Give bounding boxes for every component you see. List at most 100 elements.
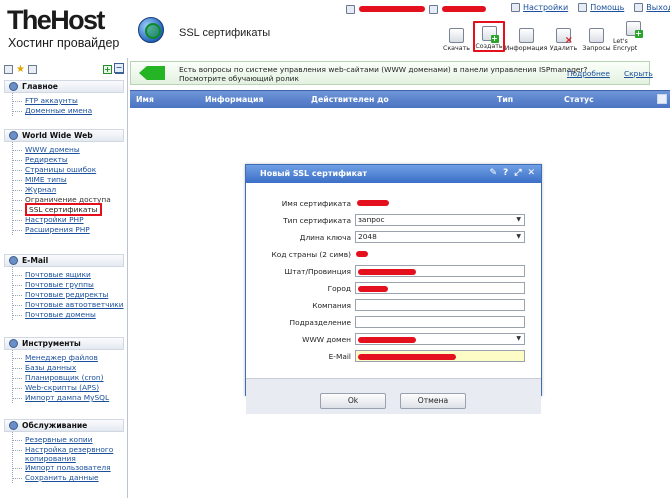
state-input[interactable] (355, 265, 525, 277)
sidebar-item-mailboxes[interactable]: Почтовые ящики (13, 270, 124, 280)
sidebar-item-user-import[interactable]: Импорт пользователя (13, 463, 124, 473)
star-icon[interactable]: ★ (16, 64, 25, 74)
sidebar-item-ssl[interactable]: SSL сертификаты (13, 203, 102, 216)
redacted-value (358, 286, 388, 292)
sidebar-item-backup-settings[interactable]: Настройка резервного копирования (13, 445, 124, 463)
pin-icon[interactable]: ✎ (489, 168, 497, 178)
column-valid-until[interactable]: Действителен до (311, 95, 389, 104)
www-domain-select[interactable] (355, 333, 525, 345)
sidebar-section-header[interactable]: E-Mail (4, 254, 124, 267)
field-label: Город (327, 284, 351, 293)
column-info[interactable]: Информация (205, 95, 263, 104)
sidebar-item-cron[interactable]: Планировщик (cron) (13, 373, 124, 383)
banner-more-link[interactable]: Подробнее (567, 69, 610, 78)
field-row: Имя сертификата (246, 197, 543, 211)
column-status[interactable]: Статус (564, 95, 594, 104)
field-label: Штат/Провинция (284, 267, 351, 276)
home-icon (9, 82, 18, 91)
settings-link[interactable]: Настройки (523, 3, 568, 12)
sidebar-item-aps[interactable]: Web-скрипты (APS) (13, 383, 124, 393)
sidebar-item-domains[interactable]: Доменные имена (13, 106, 124, 116)
sidebar-item-mail-redirects[interactable]: Почтовые редиректы (13, 290, 124, 300)
sidebar-item-www-domains[interactable]: WWW домены (13, 145, 124, 155)
cancel-button[interactable]: Отмена (400, 393, 466, 409)
info-label: Информация (504, 45, 548, 52)
maintenance-icon (9, 421, 18, 430)
letsencrypt-button[interactable]: Let's Encrypt (613, 21, 653, 52)
download-button[interactable]: Скачать (440, 21, 473, 52)
sidebar-section-header[interactable]: Инструменты (4, 337, 124, 350)
column-type[interactable]: Тип (497, 95, 513, 104)
globe-icon (138, 17, 164, 43)
sidebar-item-php-ext[interactable]: Расширения PHP (13, 225, 124, 235)
redacted-value (358, 354, 456, 360)
download-icon (449, 28, 464, 43)
sidebar-item-error-pages[interactable]: Страницы ошибок (13, 165, 124, 175)
sidebar-item-autoresponders[interactable]: Почтовые автоответчики (13, 300, 124, 310)
letsencrypt-icon (625, 21, 643, 38)
requests-label: Запросы (582, 45, 611, 52)
sidebar-item-redirects[interactable]: Редиректы (13, 155, 124, 165)
collapse-icon[interactable]: − (114, 63, 124, 73)
company-input[interactable] (355, 299, 525, 311)
requests-icon (589, 28, 604, 43)
field-row: Код страны (2 симв) (246, 248, 543, 262)
sidebar-item-mail-domains[interactable]: Почтовые домены (13, 310, 124, 320)
city-input[interactable] (355, 282, 525, 294)
sidebar-item-mime[interactable]: MIME типы (13, 175, 124, 185)
field-row: Длина ключа 2048 (246, 231, 543, 245)
sidebar-section-header[interactable]: Главное (4, 80, 124, 93)
banner-line1: Есть вопросы по системе управления web-с… (179, 65, 588, 74)
help-icon[interactable]: ? (503, 168, 508, 178)
requests-button[interactable]: Запросы (580, 21, 613, 52)
menu-icon[interactable] (4, 64, 13, 74)
sidebar-section-header[interactable]: World Wide Web (4, 129, 124, 142)
user-info (346, 3, 486, 15)
field-row: WWW домен (246, 333, 543, 347)
key-length-select[interactable]: 2048 (355, 231, 525, 243)
field-label: Имя сертификата (281, 199, 351, 208)
dialog-footer: Ok Отмена (246, 378, 541, 414)
top-links: Настройки Помощь Выход (511, 3, 670, 12)
country-code-input[interactable] (355, 248, 369, 260)
exit-link[interactable]: Выход (646, 3, 670, 12)
help-link[interactable]: Помощь (590, 3, 624, 12)
sidebar-section-maintenance: Обслуживание Резервные копии Настройка р… (4, 419, 124, 483)
sidebar-item-php-settings[interactable]: Настройки PHP (13, 215, 124, 225)
maximize-icon[interactable]: ⤢ (514, 168, 521, 178)
sidebar-item-mail-groups[interactable]: Почтовые группы (13, 280, 124, 290)
sidebar-section-header[interactable]: Обслуживание (4, 419, 124, 432)
cert-name-input[interactable] (355, 197, 525, 209)
page-title: SSL сертификаты (179, 27, 271, 39)
ok-button[interactable]: Ok (320, 393, 386, 409)
sidebar-item-mysql-import[interactable]: Импорт дампа MySQL (13, 393, 124, 403)
column-name[interactable]: Имя (136, 95, 154, 104)
sidebar-item-backups[interactable]: Резервные копии (13, 435, 124, 445)
dialog-body: Имя сертификата Тип сертификата запрос Д… (246, 183, 543, 414)
field-row: Город (246, 282, 543, 296)
create-button[interactable]: Создать (473, 21, 505, 52)
email-input[interactable] (355, 350, 525, 362)
sidebar-item-file-manager[interactable]: Менеджер файлов (13, 353, 124, 363)
toolbar: Скачать Создать Информация Удалить Запро… (440, 21, 653, 52)
close-icon[interactable]: ✕ (527, 168, 535, 178)
sidebar-item-databases[interactable]: Базы данных (13, 363, 124, 373)
mail-icon (9, 256, 18, 265)
info-button[interactable]: Информация (505, 21, 547, 52)
section-title: Обслуживание (22, 421, 88, 430)
sidebar-section-email: E-Mail Почтовые ящики Почтовые группы По… (4, 254, 124, 320)
sidebar-item-ftp[interactable]: FTP аккаунты (13, 96, 124, 106)
columns-config-icon[interactable] (657, 94, 667, 104)
field-row: E-Mail (246, 350, 543, 364)
expand-all-icon[interactable]: + (103, 64, 112, 74)
banner-hide-link[interactable]: Скрыть (624, 69, 653, 78)
folder-icon[interactable] (28, 64, 37, 74)
sidebar-item-save-data[interactable]: Сохранить данные (13, 473, 124, 483)
delete-button[interactable]: Удалить (547, 21, 580, 52)
sidebar-item-log[interactable]: Журнал (13, 185, 124, 195)
field-row: Штат/Провинция (246, 265, 543, 279)
logo-title[interactable]: TheHost (7, 6, 105, 34)
cert-type-select[interactable]: запрос (355, 214, 525, 226)
department-input[interactable] (355, 316, 525, 328)
globe-icon (9, 131, 18, 140)
